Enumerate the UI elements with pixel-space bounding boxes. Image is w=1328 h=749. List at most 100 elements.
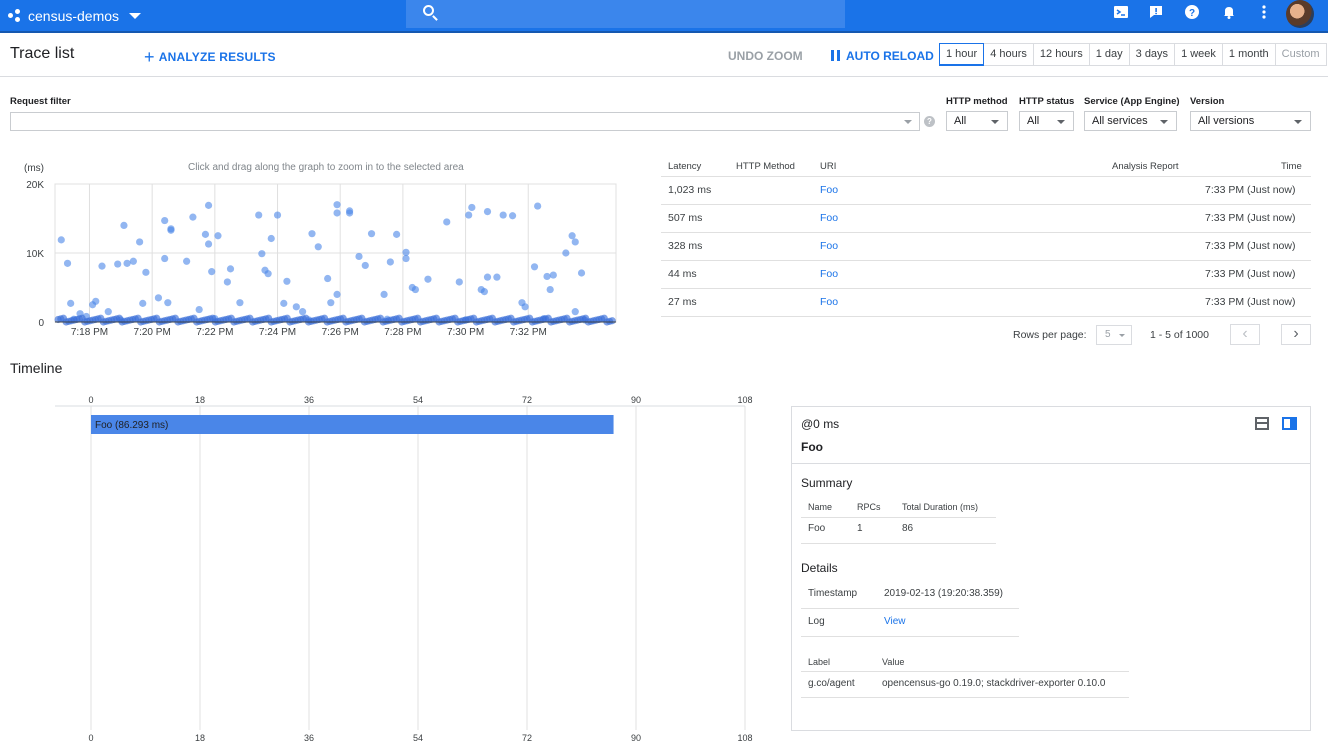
help-icon[interactable]: ? bbox=[1184, 4, 1200, 20]
timeline-chart[interactable]: 0 0 18 18 36 36 54 54 72 72 90 90 108 108 Foo (86.293 … bbox=[0, 390, 760, 745]
col-time[interactable]: Time bbox=[1281, 161, 1302, 172]
data-point[interactable] bbox=[499, 211, 507, 219]
data-point[interactable] bbox=[189, 213, 197, 221]
cell-uri[interactable]: Foo bbox=[820, 184, 838, 196]
data-point[interactable] bbox=[129, 257, 137, 265]
data-point[interactable] bbox=[411, 285, 420, 294]
data-point[interactable] bbox=[258, 250, 266, 258]
search-input[interactable] bbox=[406, 0, 845, 28]
data-point[interactable] bbox=[543, 272, 551, 281]
data-point[interactable] bbox=[226, 265, 235, 273]
data-point[interactable] bbox=[571, 238, 579, 246]
data-point[interactable] bbox=[327, 299, 335, 307]
data-point[interactable] bbox=[280, 299, 288, 307]
data-point[interactable] bbox=[167, 226, 175, 234]
data-point[interactable] bbox=[568, 232, 576, 240]
data-point[interactable] bbox=[480, 288, 488, 296]
cell-uri[interactable]: Foo bbox=[820, 296, 838, 308]
data-point[interactable] bbox=[393, 230, 401, 238]
undo-zoom-button[interactable]: UNDO ZOOM bbox=[728, 49, 803, 63]
data-point[interactable] bbox=[346, 209, 354, 217]
data-point[interactable] bbox=[534, 202, 542, 210]
http-status-select[interactable]: All bbox=[1019, 111, 1074, 131]
table-row[interactable]: 1,023 ms Foo 7:33 PM (Just now) bbox=[661, 176, 1311, 204]
notifications-icon[interactable] bbox=[1221, 4, 1237, 20]
col-uri[interactable]: URI bbox=[820, 161, 836, 172]
more-vert-icon[interactable] bbox=[1256, 4, 1272, 20]
data-point[interactable] bbox=[120, 221, 128, 229]
log-view-link[interactable]: View bbox=[884, 616, 906, 627]
data-point[interactable] bbox=[136, 238, 144, 246]
data-point[interactable] bbox=[483, 273, 492, 281]
data-point[interactable] bbox=[161, 216, 169, 225]
data-point[interactable] bbox=[468, 203, 476, 212]
data-point[interactable] bbox=[154, 294, 163, 302]
data-point[interactable] bbox=[386, 258, 394, 266]
data-point[interactable] bbox=[424, 275, 432, 283]
data-point[interactable] bbox=[493, 273, 501, 281]
data-point[interactable] bbox=[63, 259, 72, 267]
data-point[interactable] bbox=[562, 249, 570, 257]
data-point[interactable] bbox=[236, 299, 244, 307]
data-point[interactable] bbox=[324, 274, 332, 283]
span-bar[interactable] bbox=[91, 415, 614, 434]
data-point[interactable] bbox=[183, 257, 191, 265]
range-1-hour-button[interactable]: 1 hour bbox=[939, 43, 985, 66]
cloud-shell-icon[interactable] bbox=[1113, 4, 1129, 20]
cell-uri[interactable]: Foo bbox=[820, 212, 838, 224]
latency-scatter-chart[interactable]: 20K 10K 0 (ms) 7:18 PM 7:20 PM 7:22 PM 7:24 PM 7… bbox=[0, 150, 640, 350]
data-point[interactable] bbox=[333, 209, 341, 217]
data-point[interactable] bbox=[577, 269, 586, 277]
data-point[interactable] bbox=[283, 277, 291, 285]
data-point[interactable] bbox=[355, 252, 363, 261]
cell-uri[interactable]: Foo bbox=[820, 240, 838, 252]
data-point[interactable] bbox=[104, 308, 112, 316]
data-point[interactable] bbox=[455, 278, 463, 286]
data-point[interactable] bbox=[549, 271, 557, 279]
data-point[interactable] bbox=[367, 230, 376, 238]
range-custom-button[interactable]: Custom bbox=[1274, 43, 1327, 66]
data-point[interactable] bbox=[142, 268, 150, 276]
table-row[interactable]: 27 ms Foo 7:33 PM (Just now) bbox=[661, 288, 1311, 316]
horizontal-split-icon[interactable] bbox=[1255, 417, 1269, 430]
rows-per-page-select[interactable]: 5 bbox=[1096, 325, 1132, 345]
vertical-split-icon[interactable] bbox=[1282, 417, 1297, 430]
data-point[interactable] bbox=[214, 232, 222, 240]
data-point[interactable] bbox=[195, 305, 203, 314]
prev-page-button[interactable]: ‹ bbox=[1230, 324, 1260, 345]
range-1-week-button[interactable]: 1 week bbox=[1174, 43, 1223, 66]
data-point[interactable] bbox=[92, 297, 100, 305]
data-point[interactable] bbox=[292, 303, 300, 311]
data-point[interactable] bbox=[443, 218, 451, 226]
data-point[interactable] bbox=[161, 254, 169, 263]
data-point[interactable] bbox=[402, 254, 410, 263]
data-point[interactable] bbox=[255, 211, 263, 219]
data-point[interactable] bbox=[273, 211, 282, 219]
data-point[interactable] bbox=[267, 234, 275, 243]
data-point[interactable] bbox=[264, 270, 272, 278]
version-select[interactable]: All versions bbox=[1190, 111, 1311, 131]
table-row[interactable]: 507 ms Foo 7:33 PM (Just now) bbox=[661, 204, 1311, 232]
range-12-hours-button[interactable]: 12 hours bbox=[1032, 43, 1090, 66]
data-point[interactable] bbox=[571, 308, 579, 316]
http-method-select[interactable]: All bbox=[946, 111, 1008, 131]
data-point[interactable] bbox=[314, 243, 322, 251]
data-point[interactable] bbox=[201, 230, 210, 238]
feedback-icon[interactable] bbox=[1148, 4, 1164, 20]
data-point[interactable] bbox=[298, 308, 307, 316]
table-row[interactable]: 44 ms Foo 7:33 PM (Just now) bbox=[661, 260, 1311, 288]
data-point[interactable] bbox=[521, 303, 529, 311]
data-point[interactable] bbox=[114, 260, 122, 268]
data-point[interactable] bbox=[308, 230, 316, 238]
data-point[interactable] bbox=[204, 201, 213, 209]
table-row[interactable]: 328 ms Foo 7:33 PM (Just now) bbox=[661, 232, 1311, 260]
data-point[interactable] bbox=[139, 299, 147, 307]
cell-uri[interactable]: Foo bbox=[820, 268, 838, 280]
request-filter-input[interactable] bbox=[10, 112, 920, 131]
data-point[interactable] bbox=[208, 268, 216, 276]
data-point[interactable] bbox=[223, 278, 231, 286]
avatar[interactable] bbox=[1286, 0, 1314, 28]
analyze-results-button[interactable]: + ANALYZE RESULTS bbox=[144, 47, 276, 68]
data-point[interactable] bbox=[123, 259, 131, 267]
data-point[interactable] bbox=[530, 263, 539, 271]
